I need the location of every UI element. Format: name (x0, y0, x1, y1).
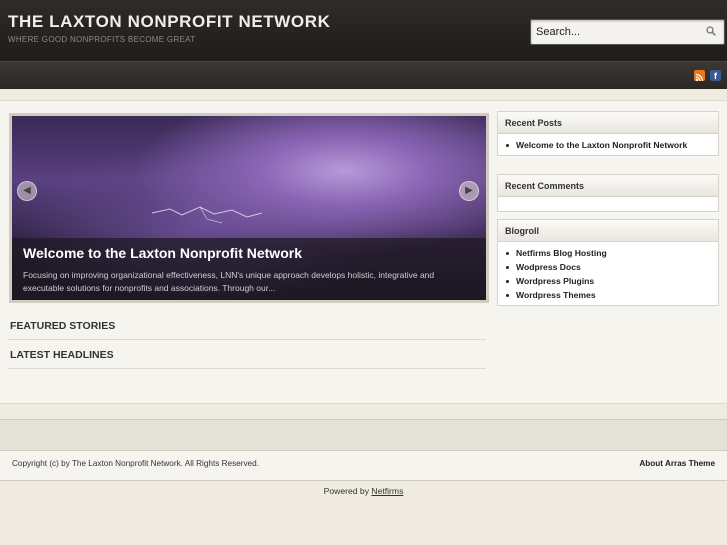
site-tagline: WHERE GOOD NONPROFITS BECOME GREAT (8, 35, 196, 44)
site-title[interactable]: THE LAXTON NONPROFIT NETWORK (8, 12, 330, 32)
site-header: THE LAXTON NONPROFIT NETWORK WHERE GOOD … (0, 0, 727, 61)
latest-headlines-heading: LATEST HEADLINES (10, 349, 114, 361)
copyright-text: Copyright (c) by The Laxton Nonprofit Ne… (12, 459, 259, 468)
lightning-graphic (152, 206, 262, 224)
slider-title[interactable]: Welcome to the Laxton Nonprofit Network (23, 245, 302, 261)
slider-next-arrow-icon[interactable]: ▶ (459, 181, 479, 201)
powered-by-label: Powered by (323, 486, 372, 496)
recent-posts-widget: Recent Posts Welcome to the Laxton Nonpr… (497, 111, 719, 156)
divider (8, 368, 486, 369)
widget-title: Recent Posts (498, 112, 718, 134)
slider-excerpt: Focusing on improving organizational eff… (23, 270, 435, 293)
search-box[interactable]: Search... (530, 19, 725, 45)
main-content: ◀ ▶ Welcome to the Laxton Nonprofit Netw… (0, 100, 727, 404)
footer: Copyright (c) by The Laxton Nonprofit Ne… (0, 450, 727, 481)
search-input[interactable]: Search... (536, 26, 580, 38)
recent-comments-widget: Recent Comments (497, 174, 719, 212)
netfirms-link[interactable]: Netfirms (371, 486, 403, 496)
blogroll-widget: Blogroll Netfirms Blog Hosting Wodpress … (497, 219, 719, 306)
rss-icon[interactable] (694, 70, 705, 82)
list-item[interactable]: Wodpress Docs (506, 260, 718, 274)
about-theme-link[interactable]: About Arras Theme (639, 459, 715, 468)
footer-widget-area (0, 419, 727, 450)
powered-by: Powered by Netfirms (0, 486, 727, 496)
rss-glyph (695, 73, 704, 82)
slider-caption: Welcome to the Laxton Nonprofit Network … (12, 238, 486, 300)
recent-posts-list: Welcome to the Laxton Nonprofit Network (498, 134, 718, 155)
slider-prev-arrow-icon[interactable]: ◀ (17, 181, 37, 201)
search-icon[interactable] (706, 26, 716, 36)
widget-title: Recent Comments (498, 175, 718, 197)
list-item[interactable]: Welcome to the Laxton Nonprofit Network (506, 138, 718, 152)
list-item[interactable]: Wordpress Themes (506, 288, 718, 302)
facebook-icon[interactable]: f (710, 70, 721, 81)
list-item[interactable]: Netfirms Blog Hosting (506, 246, 718, 260)
list-item[interactable]: Wordpress Plugins (506, 274, 718, 288)
nav-bar: f (0, 61, 727, 89)
featured-stories-heading: FEATURED STORIES (10, 320, 116, 332)
divider (8, 339, 486, 340)
blogroll-list: Netfirms Blog Hosting Wodpress Docs Word… (498, 242, 718, 305)
featured-slider[interactable]: ◀ ▶ Welcome to the Laxton Nonprofit Netw… (9, 113, 489, 303)
widget-title: Blogroll (498, 220, 718, 242)
